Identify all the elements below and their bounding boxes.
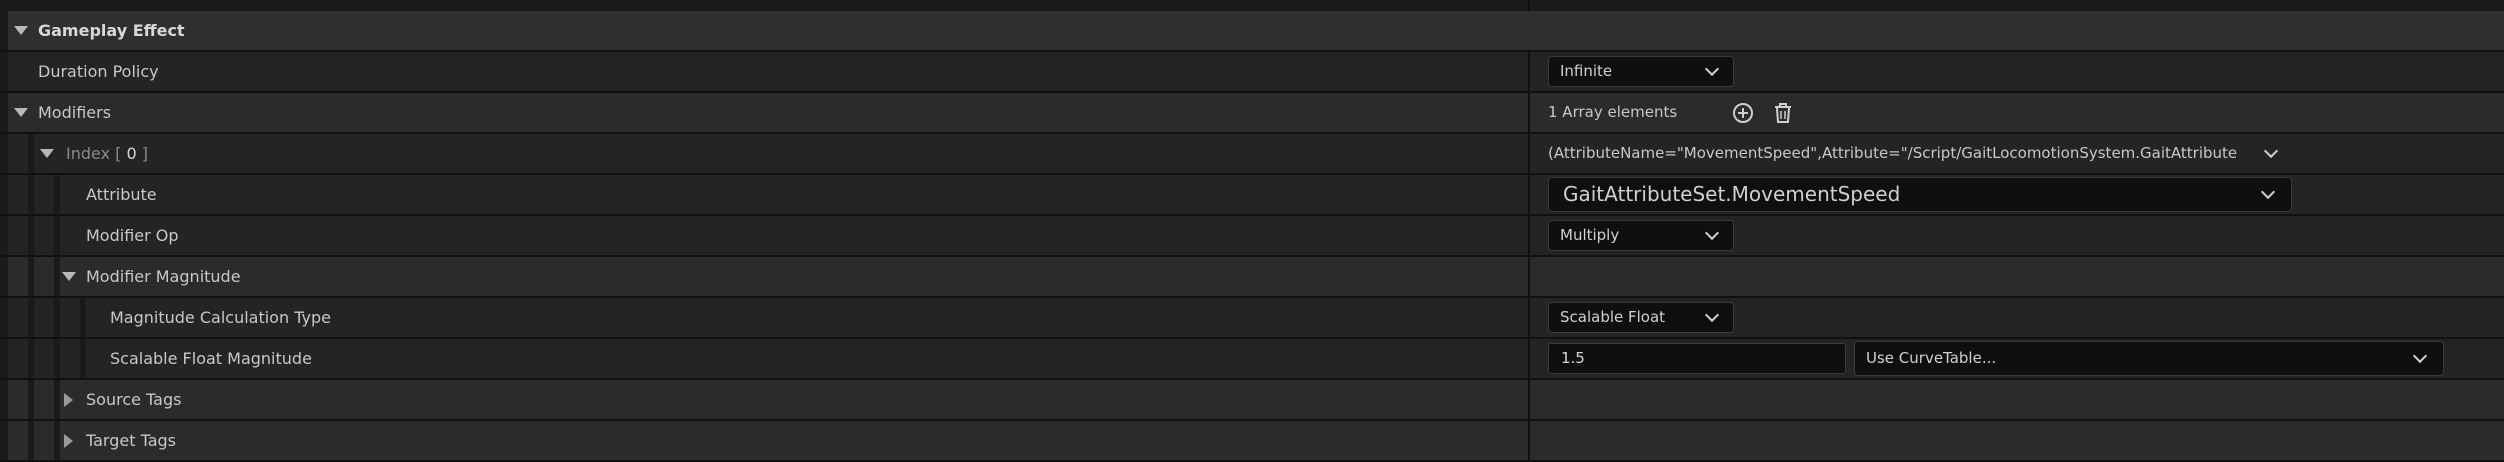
property-scalable-float-magnitude: Scalable Float Magnitude 1.5 Use CurveTa… (0, 339, 2504, 380)
duration-policy-label: Duration Policy (38, 62, 159, 81)
attribute-dropdown[interactable]: GaitAttributeSet.MovementSpeed (1548, 177, 2292, 212)
index-prefix: Index [ (66, 144, 122, 163)
index-summary: (AttributeName="MovementSpeed",Attribute… (1548, 144, 2238, 162)
modifier-op-label: Modifier Op (86, 226, 179, 245)
scalable-float-label: Scalable Float Magnitude (110, 349, 312, 368)
index-suffix: ] (141, 144, 148, 163)
modifier-op-value: Multiply (1560, 226, 1620, 244)
index-number: 0 (126, 144, 137, 163)
attribute-label: Attribute (86, 185, 157, 204)
chevron-down-icon (2260, 184, 2276, 200)
expand-arrow-icon[interactable] (14, 108, 28, 117)
property-attribute: Attribute GaitAttributeSet.MovementSpeed (0, 175, 2504, 216)
property-duration-policy: Duration Policy Infinite (0, 52, 2504, 93)
trash-icon[interactable] (1772, 102, 1794, 124)
modifier-magnitude-label: Modifier Magnitude (86, 267, 241, 286)
expand-arrow-icon[interactable] (62, 272, 76, 281)
scalable-float-input[interactable]: 1.5 (1548, 343, 1846, 374)
curve-table-dropdown[interactable]: Use CurveTable... (1854, 341, 2444, 376)
property-modifier-magnitude[interactable]: Modifier Magnitude (0, 257, 2504, 298)
curve-table-value: Use CurveTable... (1866, 349, 1997, 367)
attribute-value: GaitAttributeSet.MovementSpeed (1563, 182, 1901, 206)
chevron-down-icon (1704, 307, 1720, 323)
expand-arrow-icon[interactable] (64, 393, 73, 407)
chevron-down-icon (1704, 61, 1720, 77)
property-target-tags[interactable]: Target Tags (0, 421, 2504, 462)
property-source-tags[interactable]: Source Tags (0, 380, 2504, 421)
chevron-down-icon[interactable] (2263, 143, 2279, 159)
source-tags-label: Source Tags (86, 390, 182, 409)
modifier-op-dropdown[interactable]: Multiply (1548, 220, 1734, 251)
magnitude-calc-type-label: Magnitude Calculation Type (110, 308, 331, 327)
array-element-index-0[interactable]: Index [ 0 ] (AttributeName="MovementSpee… (0, 134, 2504, 175)
duration-policy-dropdown[interactable]: Infinite (1548, 56, 1734, 87)
array-count: 1 Array elements (1548, 103, 1678, 121)
expand-arrow-icon[interactable] (14, 26, 28, 35)
scalable-float-value: 1.5 (1561, 349, 1585, 367)
chevron-down-icon (1704, 225, 1720, 241)
expand-arrow-icon[interactable] (64, 434, 73, 448)
chevron-down-icon (2412, 348, 2428, 364)
magnitude-calc-type-dropdown[interactable]: Scalable Float (1548, 302, 1734, 333)
property-modifiers[interactable]: Modifiers 1 Array elements (0, 93, 2504, 134)
target-tags-label: Target Tags (86, 431, 177, 450)
property-magnitude-calculation-type: Magnitude Calculation Type Scalable Floa… (0, 298, 2504, 339)
magnitude-calc-type-value: Scalable Float (1560, 308, 1666, 326)
index-label: Index [ 0 ] (66, 134, 148, 173)
property-modifier-op: Modifier Op Multiply (0, 216, 2504, 257)
category-title: Gameplay Effect (38, 21, 185, 40)
details-panel: Gameplay Effect Duration Policy Infinite… (0, 0, 2504, 462)
category-gameplay-effect[interactable]: Gameplay Effect (0, 11, 2504, 52)
modifiers-label: Modifiers (38, 103, 112, 122)
plus-circle-icon[interactable] (1732, 102, 1754, 124)
expand-arrow-icon[interactable] (40, 149, 54, 158)
duration-policy-value: Infinite (1560, 62, 1613, 80)
